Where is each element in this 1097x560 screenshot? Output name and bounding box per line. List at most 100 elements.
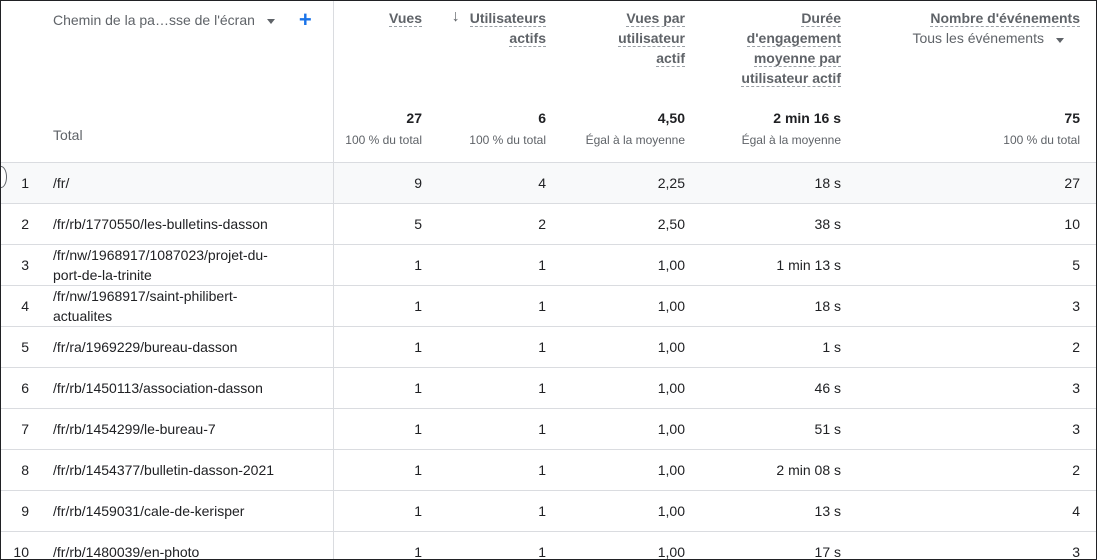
page-path-cell[interactable]: /fr/nw/1968917/1087023/projet-du-port-de… bbox=[41, 244, 333, 286]
events-cell: 3 bbox=[857, 408, 1096, 450]
vpu-cell: 1,00 bbox=[562, 367, 701, 409]
total-vpu-cell: 4,50 Égal à la moyenne bbox=[562, 108, 701, 163]
total-events: 75 bbox=[1064, 110, 1080, 126]
total-vpu-sub: Égal à la moyenne bbox=[585, 133, 685, 147]
table-row[interactable]: 3 /fr/nw/1968917/1087023/projet-du-port-… bbox=[1, 244, 1096, 286]
page-path-line: /fr/nw/1968917/saint-philibert- bbox=[53, 288, 238, 304]
row-index: 5 bbox=[1, 326, 41, 368]
total-users: 6 bbox=[538, 110, 546, 126]
page-path-cell[interactable]: /fr/ bbox=[41, 162, 333, 204]
vpu-cell: 1,00 bbox=[562, 531, 701, 559]
dimension-selector[interactable]: Chemin de la pa…sse de l'écran bbox=[53, 12, 255, 28]
users-cell: 1 bbox=[438, 367, 562, 409]
vpu-cell: 2,25 bbox=[562, 162, 701, 204]
chevron-down-icon[interactable] bbox=[1056, 37, 1064, 43]
metric-label: Nombre d'événements bbox=[930, 10, 1080, 27]
vpu-cell: 1,00 bbox=[562, 490, 701, 532]
table-row[interactable]: 6 /fr/rb/1450113/association-dasson 1 1 … bbox=[1, 367, 1096, 409]
page-path-cell[interactable]: /fr/rb/1454299/le-bureau-7 bbox=[41, 408, 333, 450]
views-cell: 1 bbox=[332, 367, 438, 409]
users-cell: 1 bbox=[438, 531, 562, 559]
events-cell: 3 bbox=[857, 531, 1096, 559]
total-events-sub: 100 % du total bbox=[1003, 133, 1080, 147]
users-cell: 1 bbox=[438, 408, 562, 450]
users-cell: 1 bbox=[438, 490, 562, 532]
page-path-cell[interactable]: /fr/rb/1459031/cale-de-kerisper bbox=[41, 490, 333, 532]
table-row[interactable]: 1 /fr/ 9 4 2,25 18 s 27 bbox=[1, 162, 1096, 204]
row-index: 4 bbox=[1, 285, 41, 327]
views-cell: 1 bbox=[332, 244, 438, 286]
page-path-line: port-de-la-trinite bbox=[53, 267, 152, 283]
duration-cell: 46 s bbox=[701, 367, 857, 409]
table-row[interactable]: 4 /fr/nw/1968917/saint-philibert-actuali… bbox=[1, 285, 1096, 327]
events-cell: 3 bbox=[857, 285, 1096, 327]
duration-cell: 18 s bbox=[701, 285, 857, 327]
index-header bbox=[1, 1, 41, 108]
metric-label: Vues bbox=[389, 10, 422, 27]
page-path: /fr/rb/1454299/le-bureau-7 bbox=[53, 421, 216, 437]
page-path: /fr/ bbox=[53, 175, 70, 191]
views-cell: 1 bbox=[332, 285, 438, 327]
events-cell: 2 bbox=[857, 449, 1096, 491]
metric-header-active-users[interactable]: ↓ Utilisateurs actifs bbox=[438, 1, 562, 108]
duration-cell: 38 s bbox=[701, 203, 857, 245]
page-path-cell[interactable]: /fr/rb/1480039/en-photo bbox=[41, 531, 333, 560]
total-views: 27 bbox=[406, 110, 422, 126]
page-path: /fr/rb/1480039/en-photo bbox=[53, 544, 200, 560]
events-cell: 5 bbox=[857, 244, 1096, 286]
total-label: Total bbox=[41, 108, 333, 163]
page-path-cell[interactable]: /fr/rb/1770550/les-bulletins-dasson bbox=[41, 203, 333, 245]
users-cell: 1 bbox=[438, 326, 562, 368]
page-path-cell[interactable]: /fr/rb/1454377/bulletin-dasson-2021 bbox=[41, 449, 333, 491]
total-duration: 2 min 16 s bbox=[773, 110, 841, 126]
sort-descending-icon[interactable]: ↓ bbox=[452, 8, 460, 26]
table-row[interactable]: 10 /fr/rb/1480039/en-photo 1 1 1,00 17 s… bbox=[1, 531, 1096, 560]
row-index: 9 bbox=[1, 490, 41, 532]
table-row[interactable]: 5 /fr/ra/1969229/bureau-dasson 1 1 1,00 … bbox=[1, 326, 1096, 368]
users-cell: 1 bbox=[438, 449, 562, 491]
table-row[interactable]: 2 /fr/rb/1770550/les-bulletins-dasson 5 … bbox=[1, 203, 1096, 245]
page-path: /fr/ra/1969229/bureau-dasson bbox=[53, 339, 238, 355]
page-path-line: /fr/nw/1968917/1087023/projet-du- bbox=[53, 247, 268, 263]
vpu-cell: 1,00 bbox=[562, 408, 701, 450]
report-table: Chemin de la pa…sse de l'écran + Vues ↓ U… bbox=[1, 1, 1096, 560]
metric-header-engagement-duration[interactable]: Durée d'engagement moyenne par utilisate… bbox=[701, 1, 857, 108]
users-cell: 2 bbox=[438, 203, 562, 245]
table-row[interactable]: 7 /fr/rb/1454299/le-bureau-7 1 1 1,00 51… bbox=[1, 408, 1096, 450]
page-path-cell[interactable]: /fr/nw/1968917/saint-philibert-actualite… bbox=[41, 285, 333, 327]
metric-header-views-per-user[interactable]: Vues par utilisateur actif bbox=[562, 1, 701, 108]
duration-cell: 51 s bbox=[701, 408, 857, 450]
metric-header-views[interactable]: Vues bbox=[332, 1, 438, 108]
total-row: Total 27 100 % du total 6 100 % du total… bbox=[1, 108, 1096, 163]
header-row: Chemin de la pa…sse de l'écran + Vues ↓ U… bbox=[1, 1, 1096, 108]
total-views-cell: 27 100 % du total bbox=[332, 108, 438, 163]
add-dimension-button[interactable]: + bbox=[299, 9, 312, 31]
metric-header-event-count[interactable]: Nombre d'événements Tous les événements bbox=[857, 1, 1096, 108]
chevron-down-icon[interactable] bbox=[266, 18, 275, 24]
total-index-cell bbox=[1, 108, 41, 163]
page-path-cell[interactable]: /fr/rb/1450113/association-dasson bbox=[41, 367, 333, 409]
table-row[interactable]: 9 /fr/rb/1459031/cale-de-kerisper 1 1 1,… bbox=[1, 490, 1096, 532]
vpu-cell: 1,00 bbox=[562, 285, 701, 327]
row-index: 7 bbox=[1, 408, 41, 450]
events-cell: 2 bbox=[857, 326, 1096, 368]
vpu-cell: 1,00 bbox=[562, 326, 701, 368]
metric-label: Durée d'engagement moyenne par utilisate… bbox=[741, 10, 841, 87]
page-path-line: actualites bbox=[53, 308, 113, 324]
events-cell: 4 bbox=[857, 490, 1096, 532]
users-cell: 1 bbox=[438, 244, 562, 286]
views-cell: 1 bbox=[332, 531, 438, 559]
metric-label: Vues par utilisateur actif bbox=[618, 10, 685, 67]
page-path: /fr/rb/1450113/association-dasson bbox=[53, 380, 263, 396]
duration-cell: 1 s bbox=[701, 326, 857, 368]
total-events-cell: 75 100 % du total bbox=[857, 108, 1096, 163]
views-cell: 5 bbox=[332, 203, 438, 245]
event-filter-dropdown[interactable]: Tous les événements bbox=[857, 30, 1096, 46]
event-filter-label: Tous les événements bbox=[912, 30, 1044, 46]
views-cell: 1 bbox=[332, 408, 438, 450]
page-path: /fr/rb/1459031/cale-de-kerisper bbox=[53, 503, 245, 519]
table-row[interactable]: 8 /fr/rb/1454377/bulletin-dasson-2021 1 … bbox=[1, 449, 1096, 491]
page-path: /fr/rb/1454377/bulletin-dasson-2021 bbox=[53, 462, 275, 478]
total-vpu: 4,50 bbox=[657, 110, 685, 126]
page-path-cell[interactable]: /fr/ra/1969229/bureau-dasson bbox=[41, 326, 333, 368]
